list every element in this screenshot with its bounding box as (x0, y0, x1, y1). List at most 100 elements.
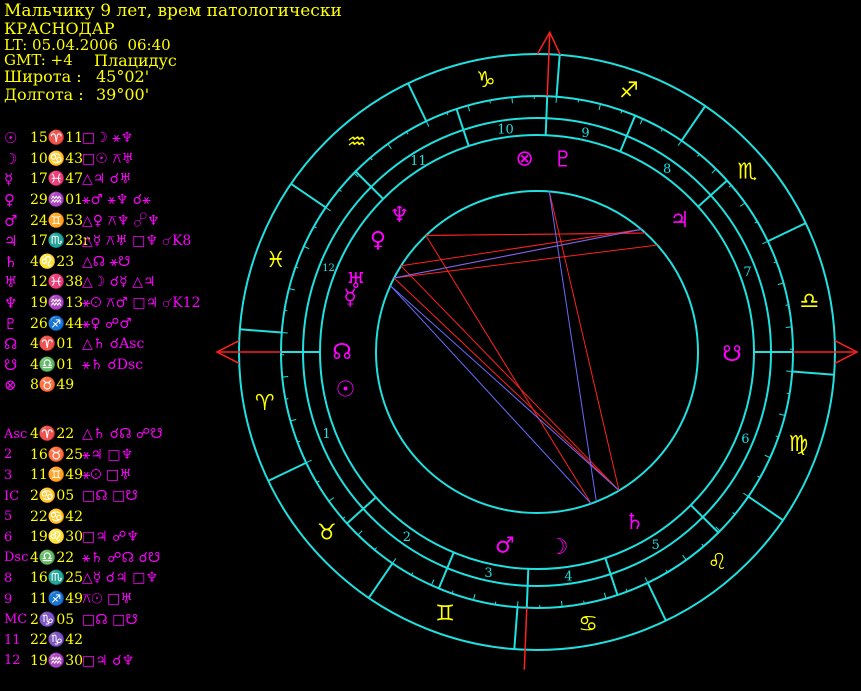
degree-tick (392, 558, 397, 564)
house-number-1: 1 (322, 427, 330, 442)
zodiac-sign-0: ♈ (255, 391, 275, 416)
chart-window: Мальчику 9 лет, врем патологически КРАСН… (0, 0, 861, 691)
zodiac-sign-1: ♉ (317, 520, 337, 545)
degree-tick (472, 594, 476, 601)
zodiac-sign-6: ♎ (799, 289, 819, 314)
degree-tick (785, 326, 792, 328)
aspect-line (400, 265, 620, 491)
body-glyph-7: ♅ (346, 269, 366, 294)
house-number-5: 5 (651, 538, 659, 553)
house-number-8: 8 (663, 162, 671, 177)
house-cusp-line (346, 496, 377, 525)
body-glyph-6: ♄ (625, 510, 645, 535)
aspect-line (389, 285, 592, 504)
sign-boundary (555, 54, 561, 97)
sign-boundary (646, 582, 667, 622)
degree-tick (711, 168, 717, 174)
degree-tick (677, 140, 682, 146)
degree-tick (467, 105, 471, 112)
house-number-9: 9 (581, 126, 589, 141)
degree-tick (290, 418, 297, 422)
degree-tick (430, 579, 435, 586)
sign-boundary (680, 105, 707, 142)
body-glyph-11: ☋ (722, 342, 742, 367)
aspect-line (390, 285, 620, 491)
degree-tick (762, 240, 769, 245)
degree-tick (425, 120, 430, 127)
degree-tick (561, 600, 563, 607)
house-number-7: 7 (743, 265, 751, 280)
sign-boundary (290, 182, 327, 209)
degree-tick (644, 577, 649, 584)
degree-tick (603, 592, 607, 599)
degree-tick (764, 454, 771, 459)
body-glyph-12: ⊗ (515, 146, 533, 171)
zodiac-sign-9: ♑ (476, 68, 496, 93)
house-cusp-line (604, 557, 619, 596)
aspect-line (548, 191, 597, 502)
zodiac-sign-5: ♍ (788, 432, 808, 457)
aspect-line (425, 235, 592, 504)
degree-tick (583, 600, 585, 604)
sign-boundary (767, 222, 807, 243)
degree-tick (743, 492, 749, 497)
degree-tick (777, 282, 784, 286)
sign-boundary (747, 495, 784, 522)
degree-tick (639, 118, 644, 125)
degree-tick (303, 245, 310, 250)
mc-ic-axis (546, 34, 551, 97)
degree-tick (511, 97, 513, 104)
zodiac-sign-10: ♒ (347, 130, 367, 155)
sign-boundary (367, 562, 394, 599)
house-cusp-line (697, 179, 728, 208)
degree-tick (285, 398, 289, 400)
degree-tick (387, 143, 392, 150)
degree-tick (598, 103, 602, 110)
mc-ic-axis (523, 607, 528, 670)
zodiac-sign-3: ♋ (578, 612, 598, 637)
aspect-line (393, 244, 658, 279)
body-glyph-1: ☽ (549, 535, 569, 560)
degree-tick (328, 497, 335, 502)
body-glyph-9: ♇ (553, 148, 573, 173)
degree-tick (357, 530, 363, 536)
house-number-2: 2 (403, 530, 411, 545)
body-glyph-8: ♆ (390, 203, 410, 228)
zodiac-sign-4: ♌ (708, 550, 728, 575)
zodiac-sign-7: ♏ (737, 160, 757, 185)
zodiac-sign-8: ♐ (619, 79, 639, 104)
house-cusp-line (544, 96, 549, 136)
degree-tick (282, 376, 289, 378)
body-glyph-10: ☊ (332, 340, 352, 365)
house-number-10: 10 (497, 123, 514, 138)
house-inner-ring (319, 134, 755, 570)
house-cusp-line (354, 170, 384, 200)
house-cusp-line (455, 108, 470, 147)
zodiac-sign-11: ♓ (266, 248, 286, 273)
sign-boundary (792, 370, 835, 376)
sign-boundary (407, 82, 428, 122)
body-glyph-3: ♀ (370, 228, 386, 253)
degree-tick (739, 202, 746, 207)
house-number-12: 12 (322, 263, 335, 274)
zodiac-sign-2: ♊ (435, 601, 455, 626)
sign-boundary (513, 607, 519, 650)
degree-tick (325, 207, 331, 212)
body-glyph-4: ♂ (495, 533, 515, 558)
aspect-circle (375, 190, 699, 514)
degree-tick (489, 100, 491, 104)
house-number-6: 6 (741, 432, 749, 447)
house-cusp-line (525, 568, 530, 608)
aspect-line (393, 277, 620, 491)
house-number-3: 3 (484, 566, 492, 581)
house-number-4: 4 (564, 569, 572, 584)
house-number-11: 11 (410, 154, 427, 169)
degree-tick (288, 287, 295, 291)
degree-tick (779, 413, 786, 417)
body-glyph-5: ♃ (670, 208, 690, 233)
aspect-line (393, 228, 642, 279)
sign-boundary (267, 461, 307, 482)
body-glyph-0: ☉ (336, 378, 356, 403)
degree-tick (785, 304, 789, 306)
natal-wheel: ♈♉♊ ♋♌♍♎♏♐♑♒♓123 456789101112☉☽☿♀♂♃♄♅♆♇☊ ☋⊗ (215, 30, 859, 670)
